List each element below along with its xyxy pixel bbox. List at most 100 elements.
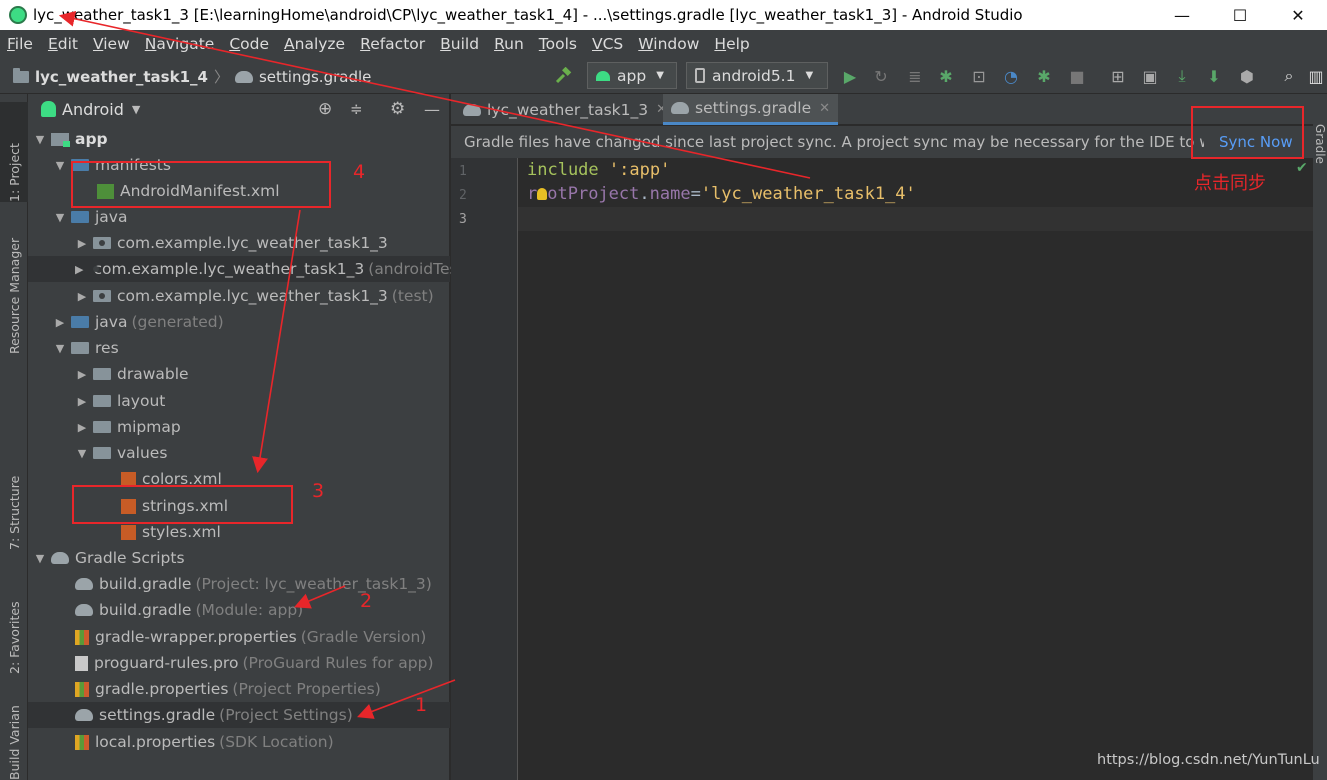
annotation-sync-hint: 点击同步 bbox=[1194, 173, 1266, 194]
tree-item-label: java bbox=[95, 313, 128, 331]
tree-item-res[interactable]: ▼ res bbox=[28, 335, 450, 361]
tree-item-gradle-wrapper[interactable]: gradle-wrapper.properties (Gradle Versio… bbox=[28, 624, 450, 650]
tree-item-label: gradle.properties bbox=[95, 680, 229, 698]
tree-item-app[interactable]: ▼ app bbox=[28, 126, 450, 152]
code-property: name bbox=[649, 184, 691, 204]
folder-icon bbox=[93, 421, 111, 433]
tool-tab-structure-label: 7: Structure bbox=[6, 475, 22, 550]
collapse-arrow-icon[interactable]: ▶ bbox=[53, 316, 67, 329]
breadcrumb-project[interactable]: lyc_weather_task1_4 bbox=[35, 68, 208, 86]
search-icon[interactable]: ⌕ bbox=[1278, 65, 1300, 87]
menu-vcs[interactable]: VCS bbox=[592, 35, 623, 53]
menu-help[interactable]: Help bbox=[714, 35, 749, 53]
menu-view[interactable]: View bbox=[93, 35, 130, 53]
tree-item-package-test[interactable]: ▶ com.example.lyc_weather_task1_3 (test) bbox=[28, 283, 450, 309]
menu-window[interactable]: Window bbox=[638, 35, 699, 53]
expand-arrow-icon[interactable]: ▼ bbox=[33, 133, 47, 146]
menu-navigate[interactable]: Navigate bbox=[145, 35, 215, 53]
collapse-arrow-icon[interactable]: ▶ bbox=[75, 421, 89, 434]
tool-tab-favorites[interactable]: 2: Favorites bbox=[0, 582, 28, 674]
expand-arrow-icon[interactable]: ▼ bbox=[53, 159, 67, 172]
stop-icon[interactable]: ■ bbox=[1066, 65, 1088, 87]
device-manager-icon[interactable]: ⬇ bbox=[1203, 65, 1225, 87]
tree-item-java-generated[interactable]: ▶ java (generated) bbox=[28, 309, 450, 335]
apply-changes-icon[interactable]: ↻ bbox=[870, 65, 892, 87]
close-icon[interactable]: ✕ bbox=[819, 101, 830, 116]
lightbulb-icon[interactable] bbox=[537, 188, 548, 200]
collapse-arrow-icon[interactable]: ▶ bbox=[75, 395, 89, 408]
run-config-combo[interactable]: app ▼ bbox=[587, 62, 677, 89]
menu-tools[interactable]: Tools bbox=[539, 35, 577, 53]
minimize-button[interactable]: — bbox=[1153, 0, 1211, 30]
tree-item-build-gradle-project[interactable]: build.gradle (Project: lyc_weather_task1… bbox=[28, 571, 450, 597]
tree-item-layout[interactable]: ▶ layout bbox=[28, 388, 450, 414]
gradle-elephant-icon bbox=[234, 70, 253, 83]
make-project-hammer-icon[interactable] bbox=[552, 65, 574, 87]
collapse-all-icon[interactable]: ≑ bbox=[350, 100, 363, 118]
menu-run[interactable]: Run bbox=[494, 35, 524, 53]
project-view-mode[interactable]: Android bbox=[62, 100, 124, 119]
tool-tab-gradle[interactable]: Gradle bbox=[1313, 124, 1327, 164]
collapse-arrow-icon[interactable]: ▶ bbox=[75, 368, 89, 381]
chevron-down-icon[interactable]: ▼ bbox=[132, 103, 140, 116]
sdk-manager-icon[interactable]: ⤓ bbox=[1171, 65, 1193, 87]
expand-arrow-icon[interactable]: ▼ bbox=[53, 342, 67, 355]
tree-item-gradle-scripts[interactable]: ▼ Gradle Scripts bbox=[28, 545, 450, 571]
tree-item-label: settings.gradle bbox=[99, 706, 216, 724]
tree-item-drawable[interactable]: ▶ drawable bbox=[28, 361, 450, 387]
tree-item-label: local.properties bbox=[95, 733, 216, 751]
tree-item-settings-gradle[interactable]: settings.gradle (Project Settings) bbox=[28, 702, 450, 728]
tab-label: lyc_weather_task1_3 bbox=[487, 100, 649, 119]
collapse-arrow-icon[interactable]: ▶ bbox=[75, 237, 89, 250]
code-editor[interactable]: include ':app' r otProject.name='lyc_weat… bbox=[518, 158, 1313, 780]
device-combo[interactable]: android5.1 ▼ bbox=[686, 62, 828, 89]
tool-tab-structure[interactable]: 7: Structure bbox=[0, 454, 28, 550]
breadcrumb-file[interactable]: settings.gradle bbox=[259, 68, 371, 86]
tree-item-values[interactable]: ▼ values bbox=[28, 440, 450, 466]
locate-file-icon[interactable]: ⊕ bbox=[318, 99, 332, 119]
code-operator: = bbox=[690, 184, 701, 204]
tree-item-gradle-properties[interactable]: gradle.properties (Project Properties) bbox=[28, 676, 450, 702]
close-window-button[interactable]: ✕ bbox=[1269, 0, 1327, 30]
tab-build-gradle-project[interactable]: lyc_weather_task1_3 ✕ bbox=[455, 94, 675, 125]
tree-item-proguard-rules[interactable]: proguard-rules.pro (ProGuard Rules for a… bbox=[28, 650, 450, 676]
collapse-arrow-icon[interactable]: ▶ bbox=[75, 290, 89, 303]
hide-panel-icon[interactable]: — bbox=[424, 100, 440, 119]
tab-settings-gradle[interactable]: settings.gradle ✕ bbox=[663, 94, 839, 125]
avd-manager-icon[interactable]: ▣ bbox=[1139, 65, 1161, 87]
debug-icon[interactable]: ✱ bbox=[935, 65, 957, 87]
apply-code-changes-icon[interactable]: ≣ bbox=[904, 65, 926, 87]
tool-tab-build-variants[interactable]: Build Variants bbox=[0, 706, 28, 780]
expand-arrow-icon[interactable]: ▼ bbox=[75, 447, 89, 460]
menu-file[interactable]: File bbox=[7, 35, 33, 53]
debug-attach-icon[interactable]: ✱ bbox=[1033, 65, 1055, 87]
expand-arrow-icon[interactable]: ▼ bbox=[33, 552, 47, 565]
gear-icon[interactable]: ⚙ bbox=[390, 99, 405, 119]
tree-item-package-main[interactable]: ▶ com.example.lyc_weather_task1_3 bbox=[28, 230, 450, 256]
tree-item-build-gradle-module[interactable]: build.gradle (Module: app) bbox=[28, 597, 450, 623]
tree-item-package-androidtest[interactable]: ▶ com.example.lyc_weather_task1_3 (andro… bbox=[28, 256, 470, 282]
run-config-label: app bbox=[617, 66, 647, 85]
menu-edit[interactable]: Edit bbox=[48, 35, 78, 53]
run-icon[interactable]: ▶ bbox=[839, 65, 861, 87]
menu-refactor[interactable]: Refactor bbox=[360, 35, 425, 53]
menu-code[interactable]: Code bbox=[229, 35, 269, 53]
tool-tab-build-variants-label: Build Variants bbox=[6, 706, 22, 780]
attach-debugger-icon[interactable]: ⊡ bbox=[968, 65, 990, 87]
window-title: lyc_weather_task1_3 [E:\learningHome\and… bbox=[33, 6, 1023, 24]
tree-item-label: build.gradle bbox=[99, 575, 192, 593]
menu-analyze[interactable]: Analyze bbox=[284, 35, 345, 53]
layout-inspector-icon[interactable]: ⬢ bbox=[1236, 65, 1258, 87]
maximize-button[interactable]: ☐ bbox=[1211, 0, 1269, 30]
tree-item-mipmap[interactable]: ▶ mipmap bbox=[28, 414, 450, 440]
menu-build[interactable]: Build bbox=[440, 35, 479, 53]
sync-project-icon[interactable]: ⊞ bbox=[1107, 65, 1129, 87]
profile-icon[interactable]: ◔ bbox=[1000, 65, 1022, 87]
tree-item-local-properties[interactable]: local.properties (SDK Location) bbox=[28, 729, 450, 755]
collapse-arrow-icon[interactable]: ▶ bbox=[75, 263, 83, 276]
tool-tab-project[interactable]: 1: Project bbox=[0, 102, 28, 202]
tool-tab-resource-manager[interactable]: Resource Manager bbox=[0, 226, 28, 354]
expand-arrow-icon[interactable]: ▼ bbox=[53, 211, 67, 224]
more-icon[interactable]: ▥ bbox=[1305, 65, 1327, 87]
navigation-toolbar: lyc_weather_task1_4 〉 settings.gradle ap… bbox=[0, 58, 1327, 94]
